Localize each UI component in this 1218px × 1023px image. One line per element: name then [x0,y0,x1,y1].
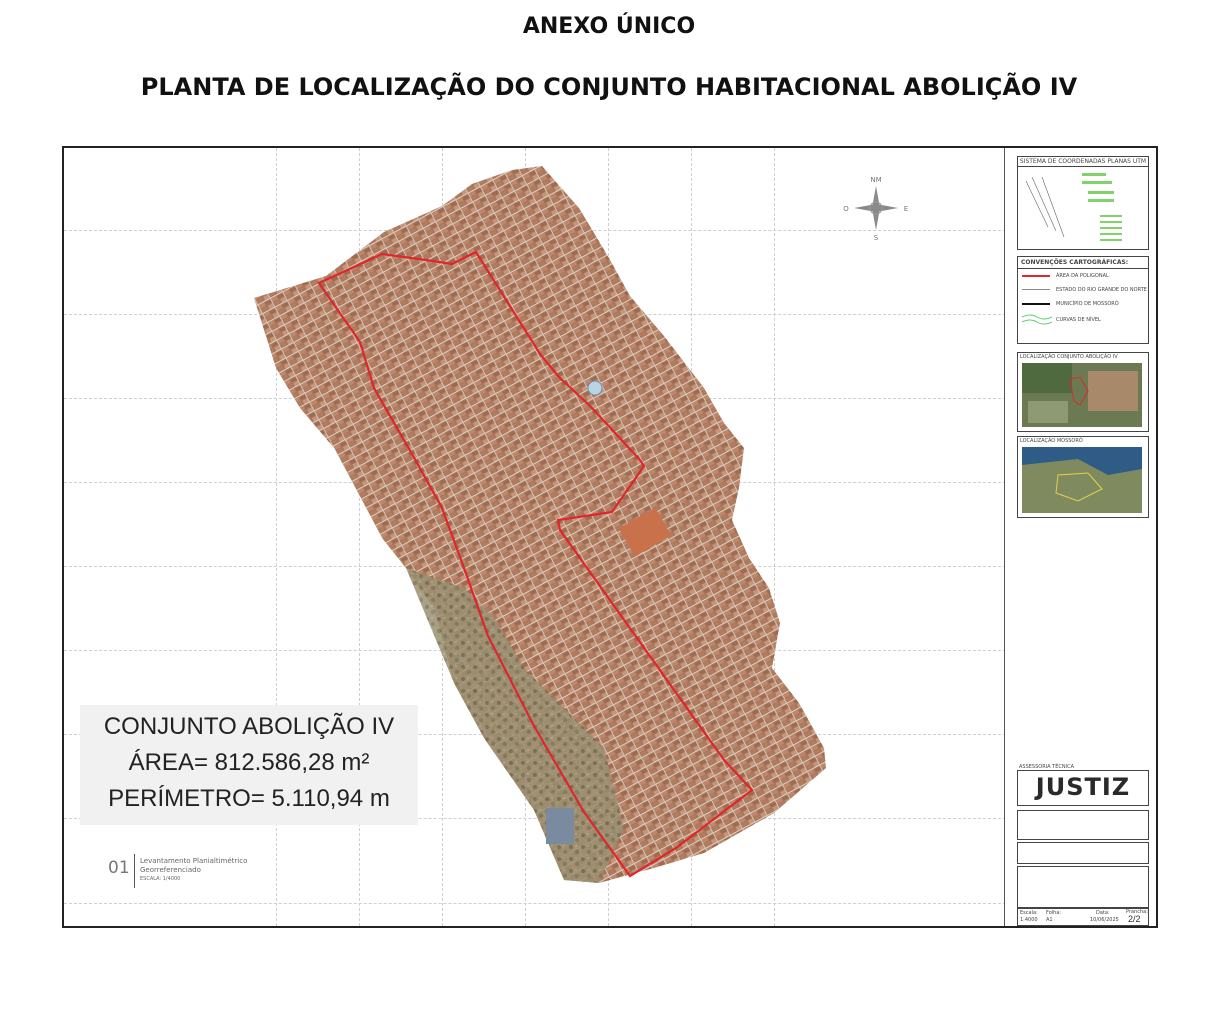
company-logo: JUSTIZ [1017,770,1149,806]
svg-text:O: O [843,205,849,213]
solar-array [546,808,574,844]
water-tank [587,380,603,396]
location-thumbnail [1022,363,1142,427]
regional-thumbnail [1022,447,1142,513]
contour-icon [1022,314,1052,325]
drawing-number: 01 [108,858,130,878]
area-value: ÁREA= 812.586,28 m² [128,749,370,776]
drawing-title: Levantamento Planialtimétrico Georrefere… [140,857,248,882]
coordinate-system-box: SISTEMA DE COORDENADAS PLANAS UTM [1017,156,1149,250]
svg-text:NM: NM [870,176,881,184]
north-arrow-icon: NM O E S [843,176,908,242]
conventions-box: CONVENÇÕES CARTOGRÁFICAS: ÁREA DA POLIGO… [1017,256,1149,344]
area-info-card: CONJUNTO ABOLIÇÃO IV ÁREA= 812.586,28 m²… [80,705,418,825]
sheet-info: Escala: 1:4000 Folha: A1 Data: 10/06/202… [1017,908,1149,926]
datum-diagram [1025,173,1122,241]
project-name: CONJUNTO ABOLIÇÃO IV [103,713,395,740]
svg-text:S: S [874,234,879,242]
svg-text:E: E [904,205,908,213]
page-subtitle: PLANTA DE LOCALIZAÇÃO DO CONJUNTO HABITA… [140,73,1078,101]
perimeter-value: PERÍMETRO= 5.110,94 m [108,785,390,812]
legend-panel: SISTEMA DE COORDENADAS PLANAS UTM CONVEN… [1004,148,1156,926]
location-map-1: LOCALIZAÇÃO CONJUNTO ABOLIÇÃO IV [1017,352,1149,432]
location-map-2: LOCALIZAÇÃO MOSSORÓ [1017,436,1149,518]
page-title: ANEXO ÚNICO [522,14,696,39]
